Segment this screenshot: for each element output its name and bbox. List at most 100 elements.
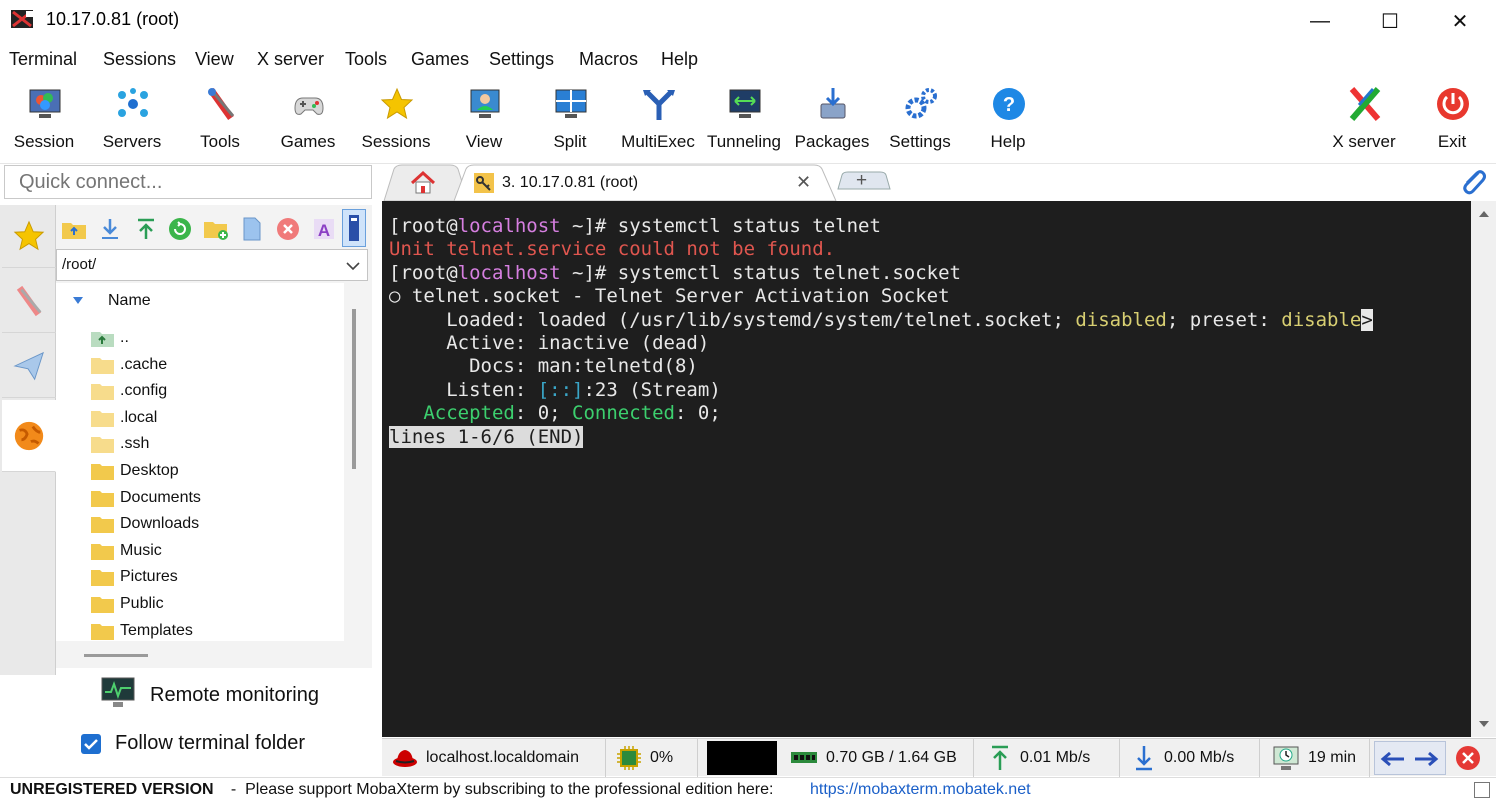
switch-tab-arrows[interactable] [1374,741,1446,775]
side-tab-macros[interactable] [2,335,56,398]
menu-games[interactable]: Games [411,49,469,70]
new-folder-button[interactable] [202,215,230,243]
toolbar-multiexec-button[interactable]: MultiExec [614,80,702,160]
menu-help[interactable]: Help [661,49,698,70]
svg-text:?: ? [1003,94,1015,116]
attributes-button[interactable] [342,209,366,247]
file-row[interactable]: Music [90,538,162,564]
new-file-button[interactable] [238,215,266,243]
status-host-label: localhost.localdomain [426,749,579,766]
home-icon [410,170,436,194]
file-row[interactable]: Downloads [90,511,199,537]
maximize-button[interactable]: ☐ [1360,0,1420,42]
file-row[interactable]: Desktop [90,458,179,484]
view-icon [470,89,500,118]
status-uptime-label: 19 min [1308,749,1357,766]
help-icon: ? [993,88,1025,120]
toolbar-view-button[interactable]: View [440,80,528,160]
side-tab-sessions[interactable] [2,205,56,268]
menu-terminal[interactable]: Terminal [9,49,77,70]
terminal-scrollbar[interactable] [1471,201,1496,737]
refresh-button[interactable] [166,215,194,243]
close-tab-icon[interactable]: ✕ [796,172,811,193]
quick-connect-input[interactable] [5,166,371,198]
home-tab[interactable] [408,169,438,197]
file-list-hscrollbar[interactable] [84,654,148,657]
toolbar-sessions-button[interactable]: Sessions [352,80,440,160]
split-icon [555,89,587,118]
toolbar-xserver-button[interactable]: X server [1320,80,1408,160]
toolbar-label: Sessions [361,132,431,151]
scroll-down-icon[interactable] [1478,719,1490,729]
checkbox-checked-icon [81,734,101,754]
side-tab-sftp[interactable] [2,400,56,472]
title-bar: 10.17.0.81 (root) — ☐ ✕ [0,0,1496,42]
file-row[interactable]: .cache [90,352,167,378]
upload-button[interactable] [132,215,160,243]
tools-icon [16,285,42,317]
sftp-panel: A /root/ Name .. .cache .config .local .ssh D… [56,205,372,675]
new-tab-button[interactable]: + [856,170,867,192]
file-row[interactable]: .ssh [90,431,149,457]
close-session-icon[interactable] [1455,745,1481,771]
close-window-button[interactable]: ✕ [1430,0,1490,42]
toolbar-settings-button[interactable]: Settings [876,80,964,160]
toolbar-label: Tools [200,132,240,151]
arrow-left-icon[interactable] [1378,750,1406,768]
toolbar-help-button[interactable]: ? Help [964,80,1052,160]
menu-tools[interactable]: Tools [345,49,387,70]
toolbar-split-button[interactable]: Split [526,80,614,160]
toolbar-games-button[interactable]: Games [264,80,352,160]
file-name: .cache [120,355,168,373]
session-tab-active[interactable]: 3. 10.17.0.81 (root) ✕ [474,171,814,197]
file-row[interactable]: .local [90,405,157,431]
path-dropdown[interactable]: /root/ [56,249,368,281]
upload-icon [138,218,154,239]
file-list-scrollbar[interactable] [352,309,356,469]
follow-folder-checkbox[interactable]: Follow terminal folder [81,730,381,760]
file-list-header[interactable]: Name [56,283,344,317]
toolbar-tools-button[interactable]: Tools [176,80,264,160]
remote-monitoring-button[interactable]: Remote monitoring [100,676,360,712]
delete-button[interactable] [274,215,302,243]
menu-macros[interactable]: Macros [579,49,638,70]
file-row[interactable]: Public [90,591,164,617]
folder-icon [91,597,114,613]
file-name: .. [120,329,129,346]
download-button[interactable] [96,215,124,243]
footer-resize-box[interactable] [1474,782,1490,798]
file-row[interactable]: .config [90,378,167,404]
file-row[interactable]: Pictures [90,564,178,590]
paperclip-icon[interactable] [1458,167,1488,197]
rename-button[interactable]: A [310,215,338,243]
file-name: Public [120,595,164,612]
mobatek-link[interactable]: https://mobaxterm.mobatek.net [810,781,1031,799]
arrow-right-icon[interactable] [1413,750,1441,768]
file-name: .ssh [120,435,150,453]
memory-icon [791,752,817,763]
uptime-icon [1273,746,1299,770]
file-row[interactable]: .. [90,325,129,351]
toolbar-tunneling-button[interactable]: Tunneling [700,80,788,160]
side-tab-tools[interactable] [2,270,56,333]
menu-view[interactable]: View [195,49,234,70]
menu-sessions[interactable]: Sessions [103,49,176,70]
scroll-up-icon[interactable] [1478,209,1490,219]
toolbar-exit-button[interactable]: Exit [1408,80,1496,160]
menu-settings[interactable]: Settings [489,49,554,70]
terminal-text: ○ telnet.socket - Telnet Server Activati… [389,285,950,308]
toolbar-session-button[interactable]: Session [0,80,88,160]
terminal-text: Loaded: loaded (/usr/lib/systemd/system/… [389,308,1076,331]
remote-monitoring-label: Remote monitoring [150,684,319,706]
svg-text:A: A [318,221,330,240]
terminal-text: Connected [572,402,675,425]
parent-folder-button[interactable] [60,215,88,243]
terminal-output[interactable]: [root@localhost ~]# systemctl status tel… [382,201,1471,737]
file-row[interactable]: Templates [90,618,193,641]
minimize-button[interactable]: — [1290,0,1350,42]
file-row[interactable]: Documents [90,485,201,511]
toolbar-servers-button[interactable]: Servers [88,80,176,160]
menu-x-server[interactable]: X server [257,49,324,70]
toolbar-packages-button[interactable]: Packages [788,80,876,160]
